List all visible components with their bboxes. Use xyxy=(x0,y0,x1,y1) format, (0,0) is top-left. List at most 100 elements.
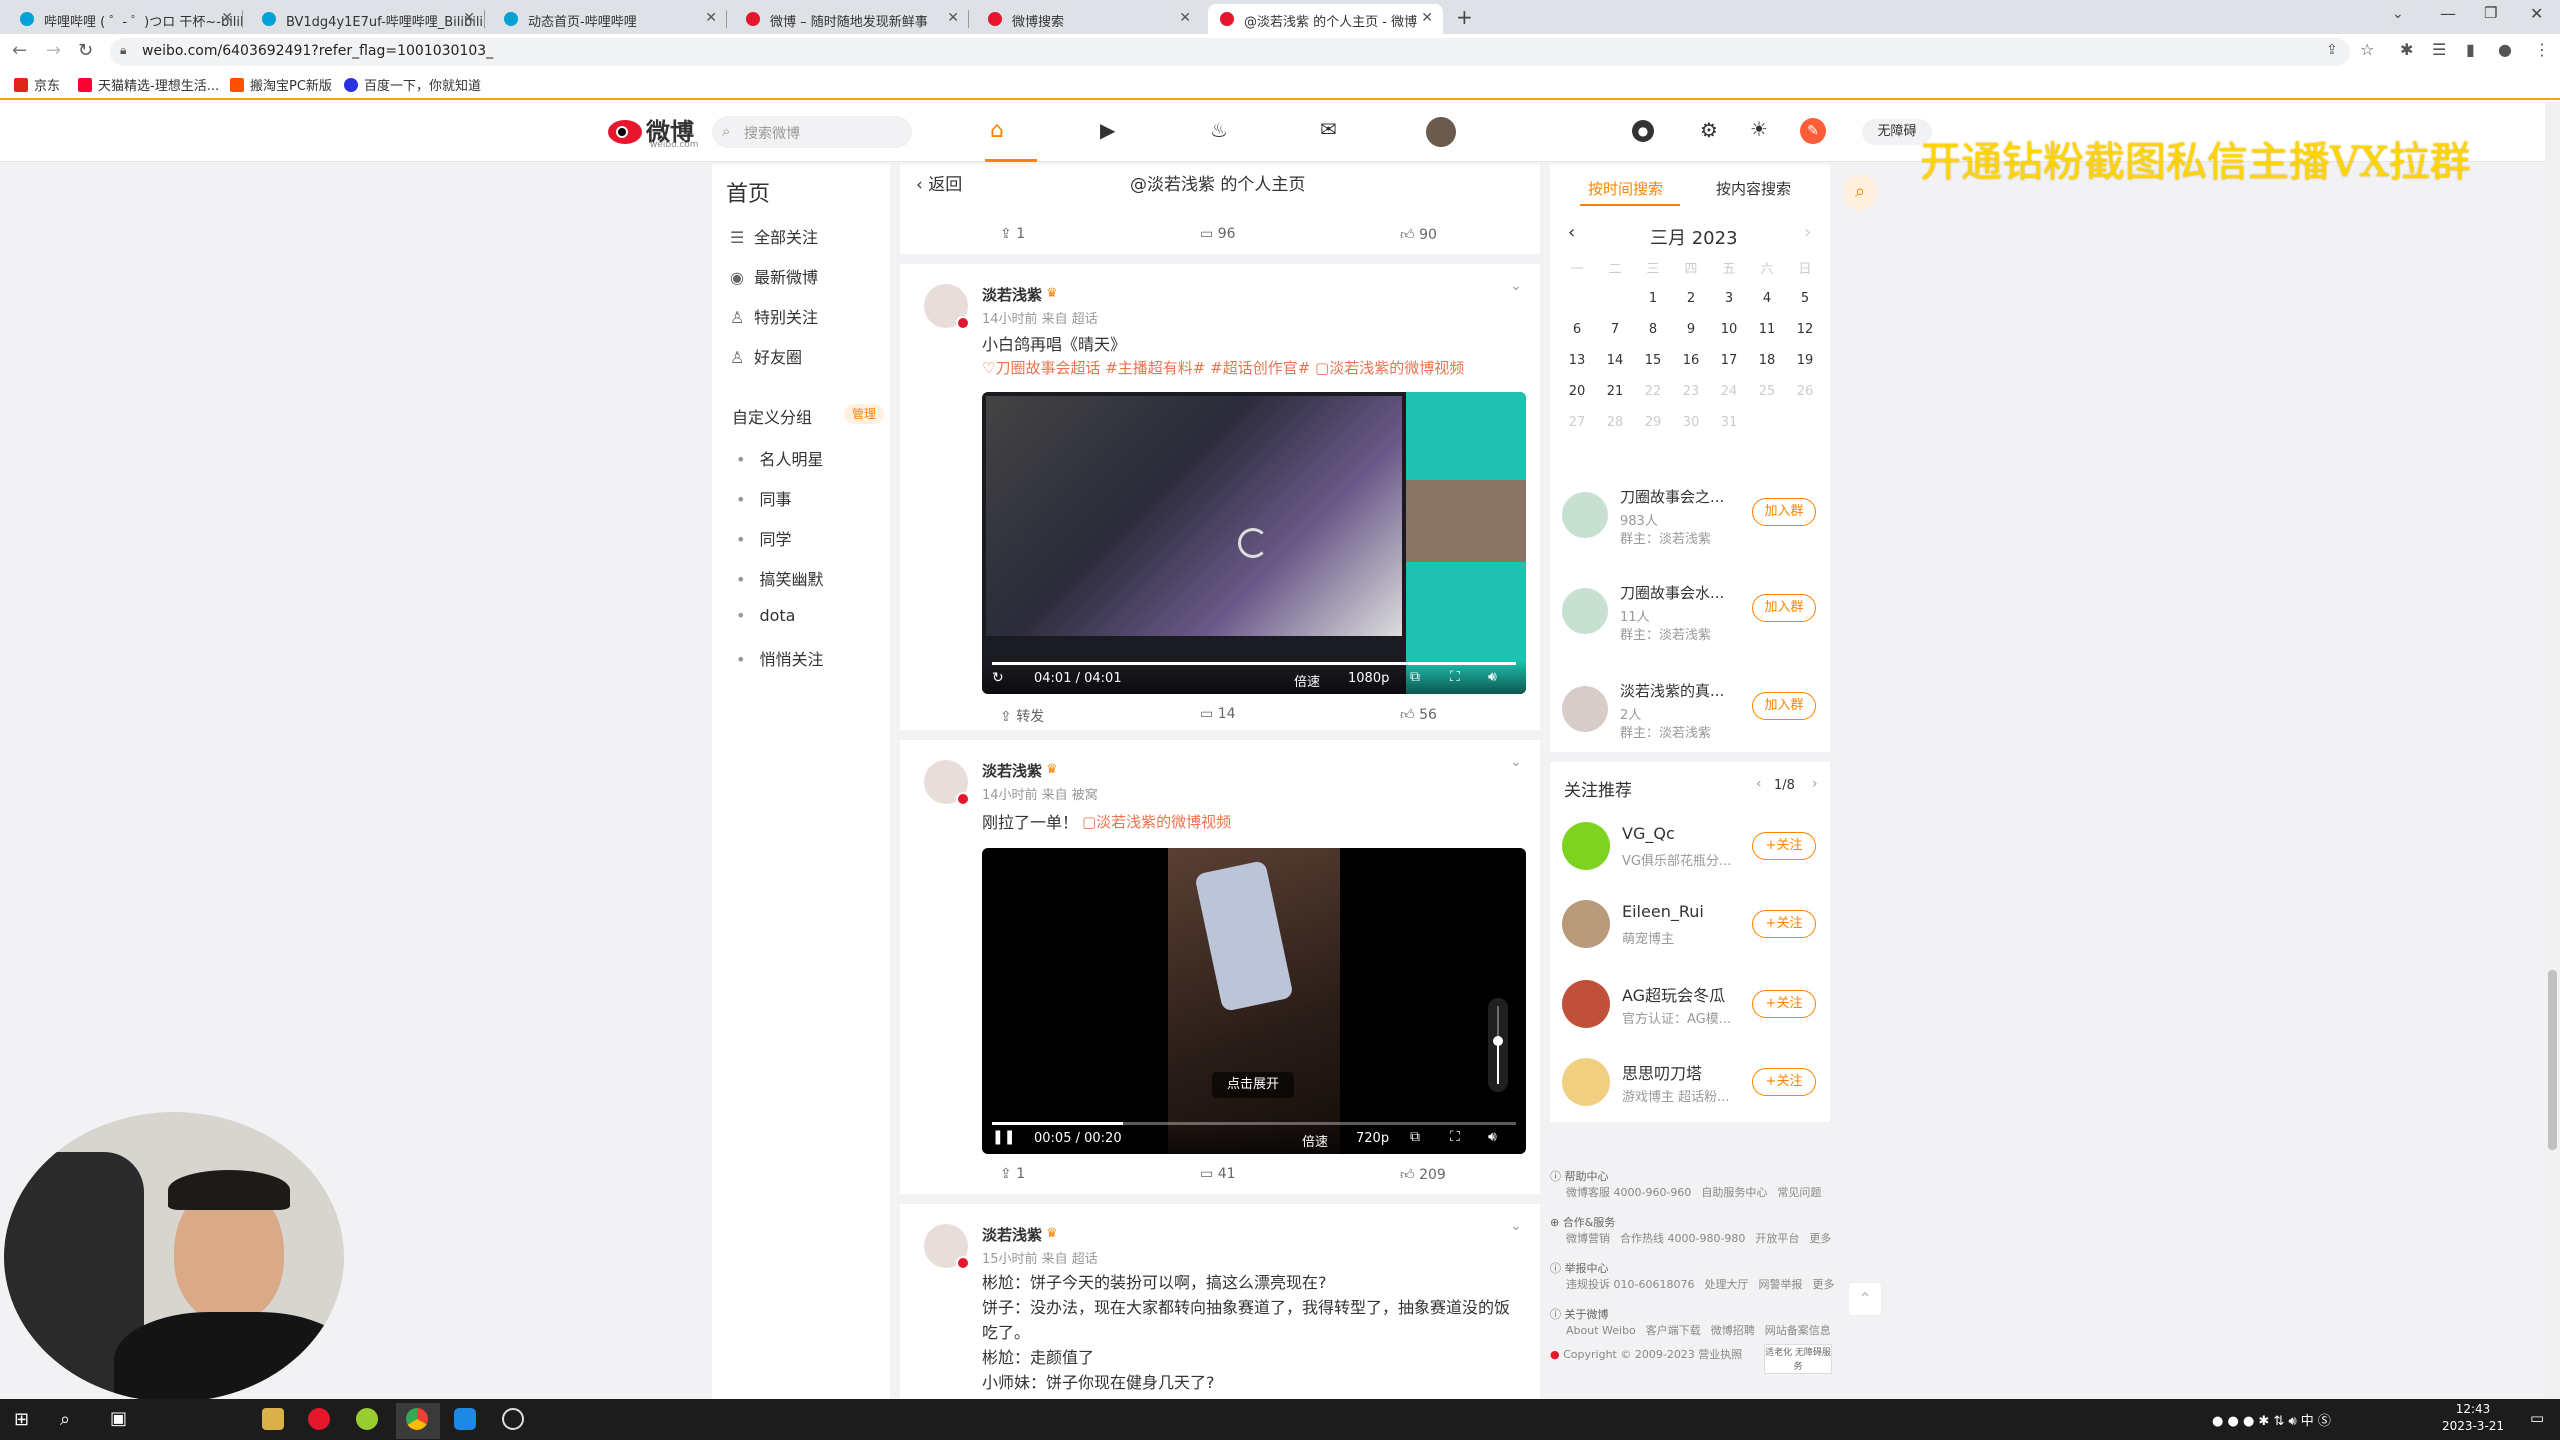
browser-tab-active[interactable]: @淡若浅紫 的个人主页 - 微博 ✕ xyxy=(1208,4,1443,34)
reading-list-icon[interactable]: ☰ xyxy=(2432,40,2446,59)
calendar-day[interactable]: 14 xyxy=(1596,345,1634,376)
user-avatar[interactable] xyxy=(1426,117,1456,147)
volume-icon[interactable]: 🔊︎ xyxy=(1488,669,1497,685)
sidebar-item-friends[interactable]: ♙ 好友圈 xyxy=(730,344,802,368)
repost-button[interactable]: ⇪ 1 xyxy=(1000,226,1025,242)
calendar-day[interactable]: 16 xyxy=(1672,345,1710,376)
like-button[interactable]: 👍︎ 56 xyxy=(1400,706,1437,723)
replay-icon[interactable]: ↻ xyxy=(992,670,1004,686)
post-video-player[interactable]: ↻ 04:01 / 04:01 倍速 1080p ⧉ ⛶ 🔊︎ xyxy=(982,392,1526,694)
back-to-top-icon[interactable]: ⌃ xyxy=(1848,1282,1882,1316)
footer-link[interactable]: 合作热线 4000-980-980 xyxy=(1620,1232,1745,1245)
post-tags[interactable]: ▢淡若浅紫的微博视频 xyxy=(1082,810,1231,835)
group-item[interactable]: dota xyxy=(736,606,795,625)
restore-icon[interactable]: ❐ xyxy=(2484,4,2497,22)
group-avatar[interactable] xyxy=(1562,686,1608,732)
volume-knob[interactable] xyxy=(1493,1036,1503,1047)
task-view-icon[interactable]: ▣ xyxy=(110,1408,127,1429)
video-progress-track[interactable] xyxy=(992,662,1516,665)
calendar-day[interactable]: 4 xyxy=(1748,283,1786,314)
pause-icon[interactable]: ❚❚ xyxy=(992,1129,1015,1145)
comment-button[interactable]: ▭ 14 xyxy=(1200,706,1236,722)
post-author[interactable]: 淡若浅紫 xyxy=(982,1224,1042,1245)
calendar-day[interactable]: 21 xyxy=(1596,376,1634,407)
footer-link[interactable]: 网站备案信息 xyxy=(1765,1324,1831,1337)
tab-search-by-content[interactable]: 按内容搜索 xyxy=(1716,178,1791,199)
taskbar-app-icon[interactable] xyxy=(262,1408,284,1430)
share-icon[interactable]: ⇪ xyxy=(2326,42,2338,58)
follow-button[interactable]: +关注 xyxy=(1752,990,1816,1018)
page-scrollbar[interactable] xyxy=(2545,102,2560,1399)
footer-link[interactable]: 微博招聘 xyxy=(1711,1324,1755,1337)
settings-gear-icon[interactable]: ⚙ xyxy=(1700,118,1718,142)
repost-button[interactable]: ⇪ 转发 xyxy=(1000,706,1044,726)
taskbar-time[interactable]: 12:43 xyxy=(2438,1402,2508,1416)
fullscreen-icon[interactable]: ⛶ xyxy=(1450,1129,1460,1145)
taskbar-date[interactable]: 2023-3-21 xyxy=(2430,1419,2516,1433)
recommend-user-name[interactable]: AG超玩会冬瓜 xyxy=(1622,982,1725,1006)
close-tab-icon[interactable]: ✕ xyxy=(705,10,717,26)
recommend-user-avatar[interactable] xyxy=(1562,1058,1610,1106)
calendar-day[interactable]: 11 xyxy=(1748,314,1786,345)
taskbar-netease-icon[interactable] xyxy=(308,1408,330,1430)
calendar-day[interactable]: 13 xyxy=(1558,345,1596,376)
group-name[interactable]: 刀圈故事会水... xyxy=(1620,582,1724,603)
pip-icon[interactable]: ⧉ xyxy=(1410,669,1420,685)
taskbar-obs-icon[interactable] xyxy=(502,1408,524,1430)
tab-search-icon[interactable]: ⌄ xyxy=(2392,6,2404,22)
post-author[interactable]: 淡若浅紫 xyxy=(982,760,1042,781)
hot-icon[interactable]: ♨ xyxy=(1210,118,1228,142)
fullscreen-icon[interactable]: ⛶ xyxy=(1450,669,1460,685)
omnibox[interactable]: 🔒︎ weibo.com/6403692491?refer_flag=10010… xyxy=(110,38,2350,66)
calendar-next-icon[interactable]: › xyxy=(1804,222,1811,243)
close-tab-icon[interactable]: ✕ xyxy=(1179,10,1191,26)
calendar-day[interactable]: 2 xyxy=(1672,283,1710,314)
calendar-prev-icon[interactable]: ‹ xyxy=(1568,222,1575,243)
calendar-day[interactable]: 17 xyxy=(1710,345,1748,376)
browser-tab[interactable]: 动态首页-哔哩哔哩 ✕ xyxy=(492,4,727,34)
theme-sun-icon[interactable]: ☀ xyxy=(1750,117,1768,141)
like-button[interactable]: 👍︎ 90 xyxy=(1400,226,1437,243)
footer-link[interactable]: 常见问题 xyxy=(1777,1186,1821,1199)
quality-button[interactable]: 720p xyxy=(1356,1131,1389,1146)
calendar-day[interactable]: 9 xyxy=(1672,314,1710,345)
calendar-day[interactable]: 3 xyxy=(1710,283,1748,314)
calendar-day[interactable]: 19 xyxy=(1786,345,1824,376)
system-tray-icons[interactable]: ● ● ● ✱ ⇅ 🔊︎ 中 Ⓢ xyxy=(2212,1410,2331,1429)
footer-link[interactable]: 更多 xyxy=(1812,1278,1834,1291)
close-tab-icon[interactable]: ✕ xyxy=(221,10,233,26)
speed-button[interactable]: 倍速 xyxy=(1294,671,1320,690)
calendar-day[interactable]: 7 xyxy=(1596,314,1634,345)
lock-icon[interactable]: 🔒︎ xyxy=(120,43,126,58)
recommend-next-icon[interactable]: › xyxy=(1812,776,1818,792)
menu-kebab-icon[interactable]: ⋮ xyxy=(2534,40,2550,59)
url-text[interactable]: weibo.com/6403692491?refer_flag=10010301… xyxy=(142,43,493,59)
sidebar-item-all-follow[interactable]: ☰ 全部关注 xyxy=(730,224,818,248)
bookmark-item[interactable]: 天猫精选-理想生活... xyxy=(78,75,219,94)
comment-button[interactable]: ▭ 41 xyxy=(1200,1166,1236,1182)
group-item[interactable]: 同学 xyxy=(736,526,791,550)
browser-tab[interactable]: 微博搜索 ✕ xyxy=(976,4,1201,34)
windows-start-icon[interactable]: ⊞ xyxy=(14,1409,29,1430)
like-button[interactable]: 👍︎ 209 xyxy=(1400,1166,1446,1183)
calendar-day[interactable]: 8 xyxy=(1634,314,1672,345)
post-video-player[interactable]: 点击展开 ❚❚ 00:05 / 00:20 倍速 720p ⧉ ⛶ � xyxy=(982,848,1526,1154)
repost-button[interactable]: ⇪ 1 xyxy=(1000,1166,1025,1182)
calendar-day[interactable]: 20 xyxy=(1558,376,1596,407)
compose-icon[interactable]: ✎ xyxy=(1800,118,1826,144)
follow-button[interactable]: +关注 xyxy=(1752,910,1816,938)
elder-mode-badge[interactable]: 适老化 无障碍服务 xyxy=(1764,1344,1832,1374)
browser-tab[interactable]: 微博 – 随时随地发现新鲜事 ✕ xyxy=(734,4,969,34)
footer-link[interactable]: 客户端下载 xyxy=(1646,1324,1701,1337)
expand-video-button[interactable]: 点击展开 xyxy=(1212,1072,1294,1098)
footer-link[interactable]: 网警举报 xyxy=(1758,1278,1802,1291)
recommend-user-avatar[interactable] xyxy=(1562,900,1610,948)
message-icon[interactable]: ✉ xyxy=(1320,117,1337,141)
group-avatar[interactable] xyxy=(1562,492,1608,538)
back-icon[interactable]: ← xyxy=(12,40,27,61)
group-avatar[interactable] xyxy=(1562,588,1608,634)
group-name[interactable]: 淡若浅紫的真... xyxy=(1620,680,1724,701)
back-button[interactable]: ‹ 返回 xyxy=(916,170,962,195)
group-item[interactable]: 搞笑幽默 xyxy=(736,566,823,590)
volume-slider[interactable] xyxy=(1488,998,1508,1092)
